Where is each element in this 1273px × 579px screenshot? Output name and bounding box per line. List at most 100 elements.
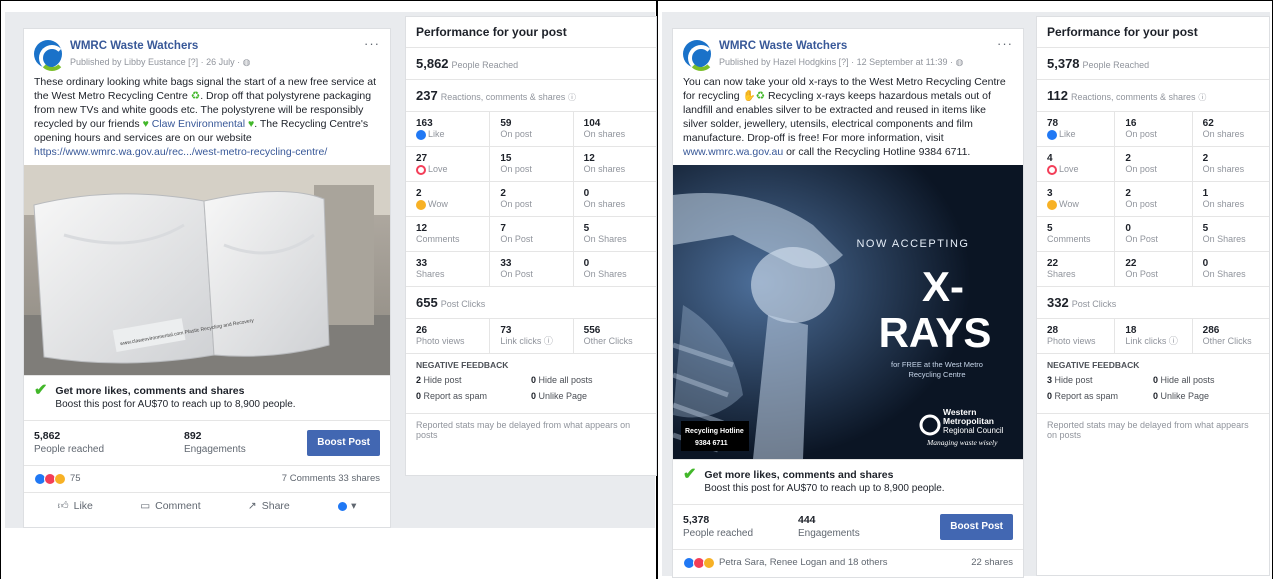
published-by: Published by Hazel Hodgkins [?] · 12 Sep… [719,57,964,67]
share-button[interactable]: ↗ Share [248,499,290,513]
unlike-page-stat: 0 Unlike Page [531,391,588,401]
negative-feedback-title: NEGATIVE FEEDBACK [1047,360,1140,370]
xray-logo-regional: Regional Council [943,426,1004,435]
reaction-names[interactable]: Petra Sara, Renee Logan and 18 others [719,556,887,570]
post-actions: 👍︎ Like ▭ Comment ↗ Share ▾ [24,492,390,519]
people-reached-stat: 5,862 People reached [34,430,105,455]
breakdown-row: 4 Love 2 On post 2 On shares [1037,147,1269,182]
boost-post-button[interactable]: Boost Post [940,514,1013,540]
hide-post-stat: 2 Hide post [416,375,462,385]
boost-subtitle: Boost this post for AU$70 to reach up to… [55,399,296,410]
globe-icon: ◍ [955,57,964,67]
tag-claw-environmental[interactable]: Claw Environmental [152,118,245,130]
post-photo-xray[interactable]: NOW ACCEPTING X- RAYS for FREE at the We… [673,165,1023,459]
comment-button[interactable]: ▭ Comment [140,499,200,513]
breakdown-on-post-cell: 2 On post [1114,182,1191,216]
photo-views-cell: 26 Photo views [416,325,465,346]
wow-reaction-icon [54,473,66,485]
love-reaction-icon [416,164,426,175]
wow-reaction-icon [703,557,715,569]
breakdown-total-cell: 78 Like [1047,118,1076,140]
website-link[interactable]: https://www.wmrc.wa.gov.au/rec.../west-m… [34,146,327,158]
breakdown-row: 22 Shares 22 On Post 0 On Shares [1037,252,1269,287]
boost-subtitle: Boost this post for AU$70 to reach up to… [704,483,945,494]
boost-post-button[interactable]: Boost Post [307,430,380,456]
xray-hotline-label: Recycling Hotline [685,428,744,435]
breakdown-on-post-cell: 2 On post [489,182,572,216]
stats-delay-note: Reported stats may be delayed from what … [406,413,656,446]
breakdown-on-post-cell: 7 On Post [489,217,572,251]
breakdown-on-post-cell: 0 On Post [1114,217,1191,251]
stats-delay-note: Reported stats may be delayed from what … [1037,413,1269,446]
page-name-link[interactable]: WMRC Waste Watchers [70,39,250,53]
breakdown-total-cell: 33 Shares [416,258,445,279]
right-screenshot-panel: WMRC Waste Watchers Published by Hazel H… [657,0,1273,579]
breakdown-row: 163 Like 59 On post 104 On shares [406,112,656,147]
xray-illustration: NOW ACCEPTING X- RAYS for FREE at the We… [673,165,1023,459]
breakdown-on-shares-cell: 12 On shares [572,147,656,181]
post-card: WMRC Waste Watchers Published by Libby E… [23,28,391,528]
negative-feedback: NEGATIVE FEEDBACK 2 Hide post 0 Hide all … [406,354,656,413]
xray-logo-metropolitan: Metropolitan [943,416,994,426]
thumbs-up-icon: 👍︎ [57,500,69,512]
reaction-breakdown: 78 Like 16 On post 62 On shares 4 Love 2 On post 2… [1037,112,1269,287]
comments-shares-count[interactable]: 7 Comments 33 shares [282,472,380,486]
reactions-row: 75 7 Comments 33 shares [24,465,390,492]
engagements-stat: 444 Engagements [798,514,860,539]
info-icon[interactable]: ⓘ [1169,336,1178,346]
performance-title: Performance for your post [406,17,656,48]
reactions-row: Petra Sara, Renee Logan and 18 others 22… [673,549,1023,576]
breakdown-total-cell: 163 Like [416,118,445,140]
bags-photo-illustration: www.clawenvironmental.com Plastic Recycl… [24,165,390,375]
post-stats-row: 5,862 People reached 892 Engagements Boost… [24,420,390,465]
breakdown-total-cell: 22 Shares [1047,258,1076,279]
love-reaction-icon [1047,164,1057,175]
breakdown-row: 5 Comments 0 On Post 5 On Shares [1037,217,1269,252]
link-clicks-cell: 18 Link clicks ⓘ [1114,319,1191,353]
info-icon[interactable]: ⓘ [1198,93,1206,102]
post-header: WMRC Waste Watchers Published by Libby E… [24,29,390,73]
website-link[interactable]: www.wmrc.wa.gov.au [683,146,783,158]
performance-panel: Performance for your post 5,378 People Re… [1036,16,1270,576]
post-photo-bags[interactable]: www.clawenvironmental.com Plastic Recycl… [24,165,390,375]
breakdown-row: 2 Wow 2 On post 0 On shares [406,182,656,217]
breakdown-on-shares-cell: 1 On shares [1191,182,1269,216]
more-options-icon[interactable]: ··· [997,37,1013,51]
wow-reaction-icon [416,199,426,210]
info-icon[interactable]: ⓘ [568,93,576,102]
xray-title-x: X- [922,263,964,310]
page-logo-icon[interactable] [34,40,65,71]
more-options-icon[interactable]: ··· [364,37,380,51]
performance-panel: Performance for your post 5,862 People Re… [405,16,657,476]
like-button[interactable]: 👍︎ Like [58,499,93,513]
page-name-link[interactable]: WMRC Waste Watchers [719,39,963,53]
breakdown-on-shares-cell: 2 On shares [1191,147,1269,181]
xray-hotline-number: 9384 6711 [695,440,728,447]
breakdown-on-post-cell: 16 On post [1114,112,1191,146]
page-logo-icon[interactable] [683,40,714,71]
report-spam-stat: 0 Report as spam [416,391,488,401]
breakdown-row: 27 Love 15 On post 12 On shares [406,147,656,182]
boost-promo: ✔ Get more likes, comments and shares Boo… [673,459,1023,504]
reaction-count[interactable]: 75 [70,472,81,486]
info-icon[interactable]: ⓘ [544,336,553,346]
post-text: You can now take your old x-rays to the … [683,76,1006,158]
wow-reaction-icon [1047,199,1057,210]
speech-bubble-icon: ▭ [140,500,151,512]
page-selector-dropdown[interactable]: ▾ [337,499,356,513]
breakdown-on-post-cell: 33 On Post [489,252,572,286]
checkmark-icon: ✔ [34,382,48,399]
shares-count[interactable]: 22 shares [971,556,1013,570]
left-screenshot-panel: WMRC Waste Watchers Published by Libby E… [0,0,657,579]
breakdown-on-post-cell: 2 On post [1114,147,1191,181]
breakdown-total-cell: 4 Love [1047,153,1079,175]
breakdown-on-shares-cell: 62 On shares [1191,112,1269,146]
raised-hands-icon: ✋ [742,90,756,102]
breakdown-total-cell: 5 Comments [1047,223,1091,244]
like-reaction-icon [416,129,426,140]
post-clicks-total: 655 Post Clicks [406,287,656,319]
breakdown-row: 78 Like 16 On post 62 On shares [1037,112,1269,147]
unlike-page-stat: 0 Unlike Page [1153,391,1210,401]
breakdown-on-shares-cell: 0 On shares [572,182,656,216]
breakdown-on-shares-cell: 0 On Shares [572,252,656,286]
